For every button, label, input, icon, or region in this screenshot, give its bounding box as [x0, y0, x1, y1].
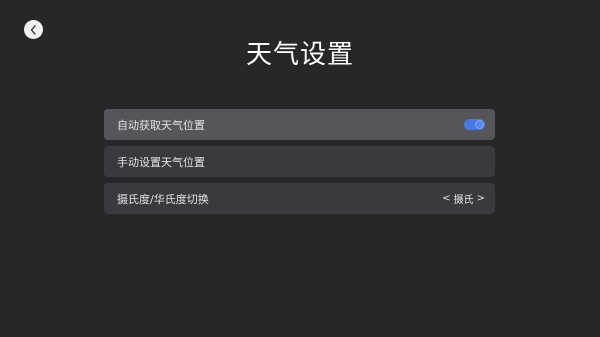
manual-location-row[interactable]: 手动设置天气位置 [104, 146, 495, 177]
unit-switch-row[interactable]: 摄氏度/华氏度切换 < 摄氏 > [104, 183, 495, 214]
unit-next-arrow[interactable]: > [477, 193, 485, 204]
page-title: 天气设置 [245, 40, 354, 70]
unit-value: 摄氏 [453, 195, 474, 206]
auto-location-label: 自动获取天气位置 [117, 118, 205, 132]
unit-prev-arrow[interactable]: < [442, 193, 450, 204]
auto-location-toggle[interactable] [464, 119, 485, 130]
unit-selector[interactable]: < 摄氏 > [442, 191, 485, 206]
chevron-left-icon [30, 24, 36, 35]
settings-list: 自动获取天气位置 手动设置天气位置 摄氏度/华氏度切换 < 摄氏 > [104, 109, 495, 220]
unit-switch-label: 摄氏度/华氏度切换 [117, 192, 209, 206]
manual-location-label: 手动设置天气位置 [117, 155, 205, 169]
auto-location-row[interactable]: 自动获取天气位置 [104, 109, 495, 140]
back-button[interactable] [24, 20, 43, 39]
toggle-knob [475, 120, 484, 129]
weather-settings-screen: 天气设置 自动获取天气位置 手动设置天气位置 摄氏度/华氏度切换 < 摄氏 > [0, 0, 600, 337]
